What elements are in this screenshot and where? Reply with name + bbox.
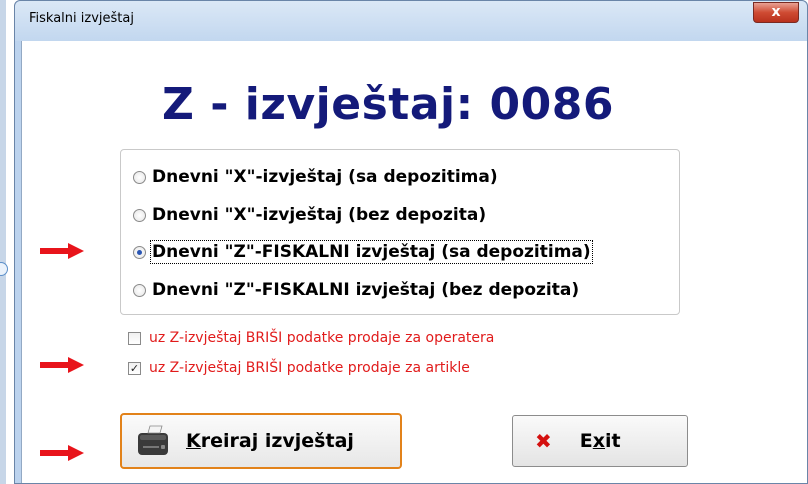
radio-label: Dnevni "Z"-FISKALNI izvještaj (sa depozi… [150,240,593,264]
create-report-label: Kreiraj izvještaj [186,430,354,452]
receipt-printer-icon [138,425,168,455]
red-right-arrow-icon [40,445,84,461]
checkbox[interactable] [128,331,141,345]
checkbox-delete-operator-sales[interactable]: uz Z-izvještaj BRIŠI podatke prodaje za … [128,329,494,347]
checkbox-label: uz Z-izvještaj BRIŠI podatke prodaje za … [149,360,470,376]
radio-button[interactable] [133,170,146,184]
radio-label: Dnevni "X"-izvještaj (sa depozitima) [152,167,498,187]
radio-button[interactable] [133,208,146,222]
report-headline: Z - izvještaj: 0086 [162,79,614,130]
checkbox-delete-article-sales[interactable]: ✓ uz Z-izvještaj BRIŠI podatke prodaje z… [128,359,470,377]
radio-x-report-without-deposits[interactable]: Dnevni "X"-izvještaj (bez depozita) [133,204,486,226]
radio-z-fiscal-report-with-deposits[interactable]: Dnevni "Z"-FISKALNI izvještaj (sa depozi… [133,240,593,264]
radio-label: Dnevni "Z"-FISKALNI izvještaj (bez depoz… [152,280,580,300]
background-window-edge [0,0,8,484]
title-bar[interactable]: Fiskalni izvještaj x [15,1,807,41]
exit-button[interactable]: ✖ Exit [512,415,688,467]
radio-button[interactable] [133,283,146,297]
checkbox-checked[interactable]: ✓ [128,361,141,375]
radio-selected-dot [137,249,142,255]
create-report-button[interactable]: Kreiraj izvještaj [120,413,402,469]
exit-label: Exit [579,430,621,452]
dialog-content: Z - izvještaj: 0086 Dnevni "X"-izvještaj… [21,41,807,483]
background-window-control [0,262,8,276]
red-right-arrow-icon [40,357,84,373]
red-x-icon: ✖ [535,429,552,453]
radio-x-report-with-deposits[interactable]: Dnevni "X"-izvještaj (sa depozitima) [133,166,498,188]
radio-label: Dnevni "X"-izvještaj (bez depozita) [152,205,487,225]
checkbox-label: uz Z-izvještaj BRIŠI podatke prodaje za … [149,330,495,346]
radio-z-fiscal-report-without-deposits[interactable]: Dnevni "Z"-FISKALNI izvještaj (bez depoz… [133,279,579,301]
window-title: Fiskalni izvještaj [29,11,134,26]
report-type-group: Dnevni "X"-izvještaj (sa depozitima) Dne… [120,149,680,315]
red-right-arrow-icon [40,243,84,259]
dialog-window: Fiskalni izvještaj x Z - izvještaj: 0086… [14,0,808,484]
close-icon: x [771,4,781,20]
radio-button-selected[interactable] [133,245,146,259]
close-button[interactable]: x [753,2,799,23]
